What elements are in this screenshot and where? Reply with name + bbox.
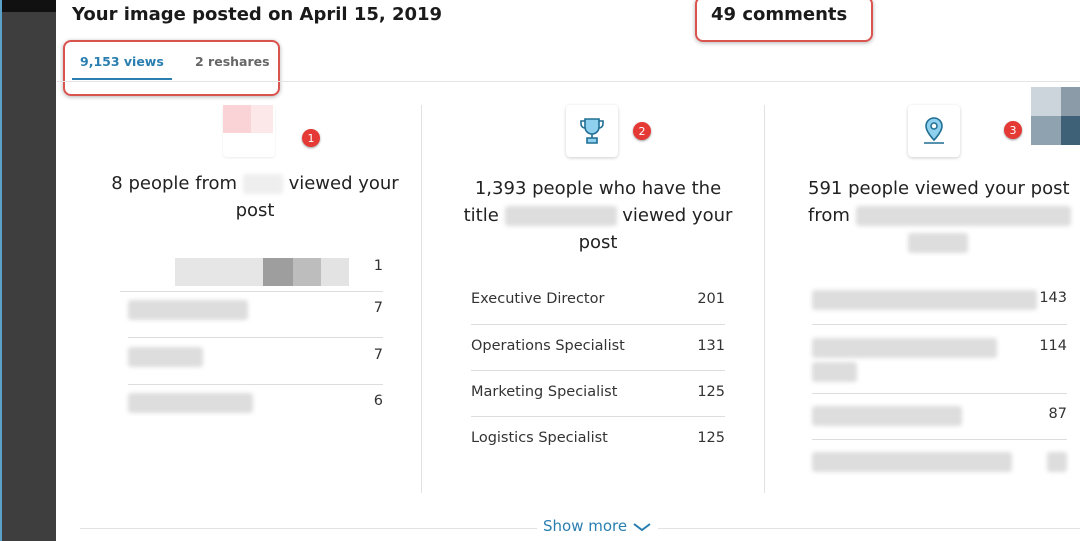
card-heading: 1,393 people who have the title viewed y… (455, 175, 741, 256)
title-label: Marketing Specialist (471, 384, 618, 400)
list-item[interactable]: Executive Director 201 (471, 291, 725, 325)
list-item[interactable]: Marketing Specialist 125 (471, 384, 725, 417)
title-label: Operations Specialist (471, 338, 625, 354)
redacted-text (504, 206, 617, 226)
redacted-image (1031, 87, 1080, 145)
title-label: Executive Director (471, 291, 605, 307)
list-item[interactable]: 7 (128, 347, 383, 385)
count: 6 (373, 393, 383, 409)
annotation-box-tabs (63, 40, 280, 96)
annotation-badge: 1 (302, 129, 320, 147)
annotation-box-comments (695, 0, 873, 42)
list-item[interactable] (812, 452, 1067, 482)
chevron-down-icon (633, 522, 651, 531)
left-sidebar (0, 0, 56, 541)
count: 143 (1039, 290, 1067, 306)
list-item[interactable]: 114 (812, 338, 1067, 394)
count: 131 (697, 338, 725, 354)
list-item[interactable]: 6 (128, 393, 383, 431)
column-divider (421, 105, 422, 493)
count: 7 (373, 300, 383, 316)
column-divider (764, 105, 765, 493)
count: 201 (697, 291, 725, 307)
list-item[interactable]: Logistics Specialist 125 (471, 430, 725, 463)
card-heading: 8 people from viewed your post (110, 170, 400, 224)
count: 125 (697, 430, 725, 446)
show-more-button[interactable]: Show more (537, 517, 658, 535)
page-title: Your image posted on April 15, 2019 (72, 4, 443, 25)
list-item[interactable]: 7 (128, 300, 383, 338)
list-item[interactable]: Operations Specialist 131 (471, 338, 725, 371)
company-logo-icon (223, 105, 275, 157)
redacted-text (908, 233, 968, 253)
card-heading: 591 people viewed your post from (808, 175, 1080, 256)
divider (57, 81, 1080, 82)
count: 1 (373, 258, 383, 274)
annotation-badge: 2 (633, 122, 651, 140)
list-item[interactable]: 143 (812, 290, 1067, 325)
annotation-badge: 3 (1004, 121, 1022, 139)
title-label: Logistics Specialist (471, 430, 608, 446)
heading-text: 8 people from (111, 173, 238, 194)
redacted-text (242, 174, 283, 194)
list-item[interactable]: 1 (120, 250, 383, 292)
count: 125 (697, 384, 725, 400)
count: 7 (373, 347, 383, 363)
count: 114 (1039, 338, 1067, 354)
trophy-icon (566, 105, 618, 157)
show-more-label: Show more (543, 517, 628, 535)
list-item[interactable]: 87 (812, 406, 1067, 440)
redacted-text (855, 206, 1071, 226)
count (1047, 452, 1067, 472)
location-pin-icon (908, 105, 960, 157)
count: 87 (1048, 406, 1067, 422)
